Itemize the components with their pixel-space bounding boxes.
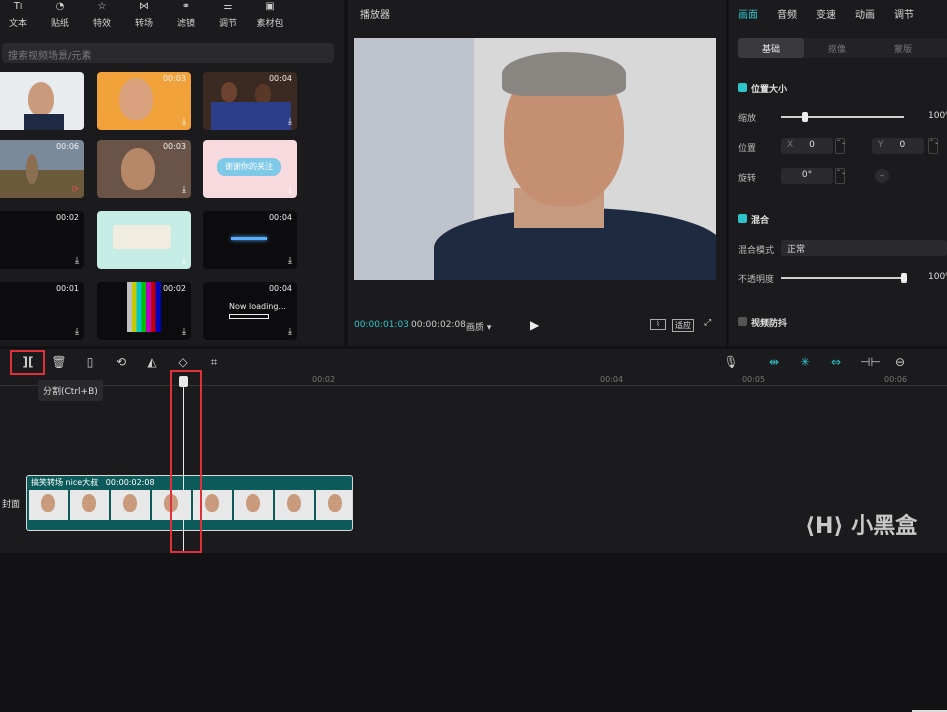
media-thumb-8[interactable]: ⤓ <box>97 211 191 269</box>
link-icon[interactable]: ⇔ <box>828 354 844 370</box>
reverse-icon[interactable]: ⟲ <box>113 354 129 370</box>
subtab-basic[interactable]: 基础 <box>738 38 804 58</box>
tab-adjust[interactable]: 调节 <box>894 6 914 21</box>
loading-icon: ⟳ <box>71 185 79 195</box>
timeline-toolbar: ][ 🗑 ▯ ⟲ ◭ ◇ ⌗ 🎙 ⇹ ✳ ⇔ ⊣⊢ ⊖ <box>0 349 947 712</box>
tab-speed[interactable]: 变速 <box>816 6 836 21</box>
subtab-matting[interactable]: 抠像 <box>804 38 870 58</box>
quality-select[interactable]: 画质 ▾ <box>466 320 491 333</box>
download-icon[interactable]: ⤓ <box>288 256 292 266</box>
player-title: 播放器 <box>360 10 390 21</box>
filter-icon: ⚭ <box>181 1 191 12</box>
freeze-icon[interactable]: ▯ <box>82 354 98 370</box>
adjust-icon: ⚌ <box>223 1 233 12</box>
waveform-icon[interactable]: ⌇ <box>650 319 666 330</box>
position-y-field[interactable]: Y0 <box>872 138 924 154</box>
scale-slider[interactable] <box>781 116 904 118</box>
scale-slider-knob[interactable] <box>802 112 808 122</box>
media-thumb-3[interactable]: 00:04 ⤓ <box>203 72 297 130</box>
watermark: ⟨H⟩ 小黑盒 <box>805 514 918 539</box>
tool-package[interactable]: ▣ 素材包 <box>250 0 290 30</box>
tick-label: 00:02 <box>312 375 336 384</box>
media-panel: TI 文本 ◔ 贴纸 ☆ 特效 ⋈ 转场 ⚭ 滤镜 ⚌ 调节 ▣ 素材包 搜索视频场景/元素 … <box>0 0 344 346</box>
x-stepper[interactable]: ⌃⌄ <box>835 138 846 154</box>
download-icon[interactable]: ⤓ <box>182 185 186 195</box>
media-thumb-9[interactable]: 00:04 ⤓ <box>203 211 297 269</box>
highlight-split-box <box>10 350 45 375</box>
properties-panel: 画面 音频 变速 动画 调节 基础 抠像 蒙版 位置大小 缩放 100% 位置 … <box>729 0 947 346</box>
opacity-slider[interactable] <box>781 277 904 279</box>
tool-filter[interactable]: ⚭ 滤镜 <box>166 0 206 30</box>
media-thumb-5[interactable]: 00:03 ⤓ <box>97 140 191 198</box>
subtab-mask[interactable]: 蒙版 <box>870 38 936 58</box>
effects-icon: ☆ <box>97 1 107 12</box>
tick-label: 00:05 <box>742 375 766 384</box>
rotate-icon[interactable]: ◇ <box>175 354 191 370</box>
tick-label: 00:04 <box>600 375 624 384</box>
media-thumb-4[interactable]: 00:06 ⟳ <box>0 140 84 198</box>
tick-label: 00:06 <box>884 375 908 384</box>
search-input[interactable]: 搜索视频场景/元素 <box>2 43 334 63</box>
current-time: 00:00:01:03 <box>354 320 409 330</box>
cover-label[interactable]: 封面 <box>2 497 20 510</box>
play-icon[interactable]: ▶ <box>530 318 539 332</box>
fullscreen-icon[interactable]: ⤢ <box>704 318 711 328</box>
delete-icon[interactable]: 🗑 <box>51 354 67 370</box>
crop-icon[interactable]: ⌗ <box>206 354 222 370</box>
snap-link-icon[interactable]: ⇹ <box>766 354 782 370</box>
download-icon[interactable]: ⤓ <box>288 185 292 195</box>
tab-picture[interactable]: 画面 <box>738 6 758 21</box>
tool-transition[interactable]: ⋈ 转场 <box>124 0 164 30</box>
magnet-icon[interactable]: ✳ <box>797 354 813 370</box>
fit-button[interactable]: 适应 <box>672 319 694 332</box>
tab-animation[interactable]: 动画 <box>855 6 875 21</box>
clip-title: 搞笑转场 nice大叔 00:00:02:08 <box>31 478 155 487</box>
transition-icon: ⋈ <box>139 1 149 12</box>
media-thumb-6[interactable]: 谢谢你的关注 ⤓ <box>203 140 297 198</box>
split-tooltip: 分割(Ctrl+B) <box>38 380 103 401</box>
blend-mode-select[interactable]: 正常 <box>781 240 947 256</box>
download-icon[interactable]: ⤓ <box>288 327 292 337</box>
media-thumb-10[interactable]: 00:01 ⤓ <box>0 282 84 340</box>
download-icon[interactable]: ⤓ <box>182 117 186 127</box>
mirror-icon[interactable]: ◭ <box>144 354 160 370</box>
preview-axis-icon[interactable]: ⊣⊢ <box>860 354 881 370</box>
opacity-slider-knob[interactable] <box>901 273 907 283</box>
media-thumb-1[interactable] <box>0 72 84 130</box>
media-thumb-7[interactable]: 00:02 ⤓ <box>0 211 84 269</box>
rotate-dial-icon[interactable]: – <box>875 169 889 183</box>
video-preview[interactable] <box>354 38 716 280</box>
media-thumb-11[interactable]: 00:02 ⤓ <box>97 282 191 340</box>
y-stepper[interactable]: ⌃⌄ <box>928 138 939 154</box>
download-icon[interactable]: ⤓ <box>182 256 186 266</box>
stabilize-checkbox[interactable] <box>738 317 747 326</box>
blend-checkbox[interactable] <box>738 214 747 223</box>
media-thumb-12[interactable]: Now loading... 00:04 ⤓ <box>203 282 297 340</box>
download-icon[interactable]: ⤓ <box>75 256 79 266</box>
package-icon: ▣ <box>265 1 275 12</box>
tool-effects[interactable]: ☆ 特效 <box>82 0 122 30</box>
tool-text[interactable]: TI 文本 <box>0 0 38 30</box>
tab-audio[interactable]: 音频 <box>777 6 797 21</box>
player-panel: 播放器 00:00:01:03 00:00:02:08 画质 ▾ ▶ ⌇ 适应 … <box>348 0 726 346</box>
position-x-field[interactable]: X0 <box>781 138 833 154</box>
download-icon[interactable]: ⤓ <box>75 327 79 337</box>
watermark-logo-icon: ⟨H⟩ <box>805 514 844 539</box>
pos-size-checkbox[interactable] <box>738 83 747 92</box>
download-icon[interactable]: ⤓ <box>182 327 186 337</box>
highlight-playhead-box <box>170 370 202 553</box>
zoom-out-icon[interactable]: ⊖ <box>892 354 908 370</box>
total-time: 00:00:02:08 <box>411 320 466 330</box>
microphone-icon[interactable]: 🎙 <box>723 354 739 370</box>
rotate-field[interactable]: 0° <box>781 168 833 184</box>
rotate-stepper[interactable]: ⌃⌄ <box>835 168 846 184</box>
tool-sticker[interactable]: ◔ 贴纸 <box>40 0 80 30</box>
media-thumb-2[interactable]: 00:03 ⤓ <box>97 72 191 130</box>
sticker-icon: ◔ <box>55 1 65 12</box>
text-icon: TI <box>13 1 23 12</box>
tool-adjust[interactable]: ⚌ 调节 <box>208 0 248 30</box>
download-icon[interactable]: ⤓ <box>288 117 292 127</box>
